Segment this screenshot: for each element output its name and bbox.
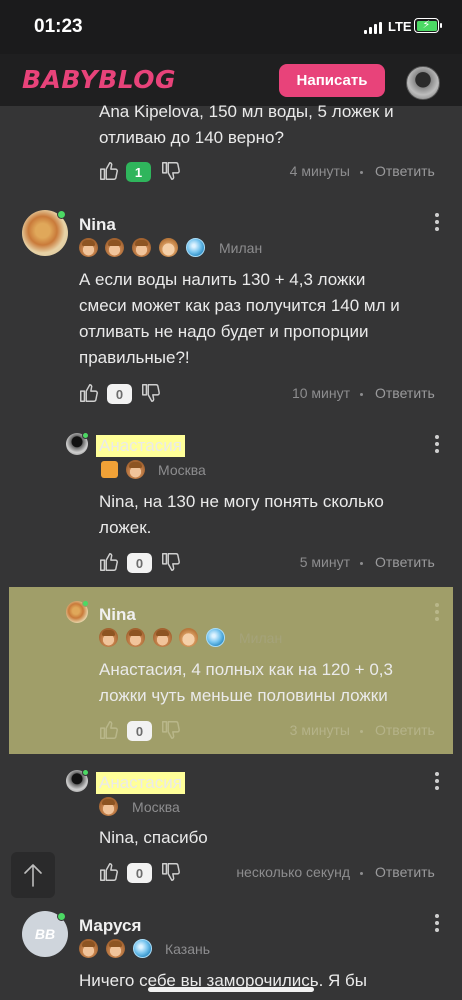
scroll-to-top-button[interactable] xyxy=(11,852,55,898)
comment-text-line: смеси может как раз получится 140 мл и xyxy=(79,296,400,315)
thumbs-up-icon[interactable] xyxy=(78,382,100,404)
vote-count: 0 xyxy=(127,863,152,883)
separator-dot xyxy=(360,562,363,565)
vote-count: 0 xyxy=(127,721,152,741)
separator-dot xyxy=(360,393,363,396)
thumbs-down-icon[interactable] xyxy=(160,551,182,573)
thumbs-up-icon[interactable] xyxy=(98,861,120,883)
square-badge-icon xyxy=(101,461,118,478)
user-avatar[interactable] xyxy=(406,66,440,100)
online-indicator xyxy=(57,912,66,921)
separator-dot xyxy=(360,171,363,174)
online-indicator xyxy=(82,432,89,439)
comment-time: несколько секунд xyxy=(236,864,350,880)
author-name[interactable]: Nina xyxy=(79,215,116,235)
comment-text-line: ложки чуть меньше половины ложки xyxy=(99,686,388,705)
comment-time: 5 минут xyxy=(299,554,350,570)
boy-badge-icon xyxy=(159,238,178,257)
kid-badge-icon xyxy=(99,628,118,647)
comment-text-line: Ana Kipelova, 150 мл воды, 5 ложек и xyxy=(99,102,394,121)
home-indicator[interactable] xyxy=(148,987,314,992)
battery-cap xyxy=(440,23,442,28)
separator-dot xyxy=(360,730,363,733)
kid-badge-icon xyxy=(106,939,125,958)
author-location: Москва xyxy=(132,799,180,815)
reply-link[interactable]: Ответить xyxy=(375,554,435,570)
vote-count: 0 xyxy=(107,384,132,404)
more-options-icon[interactable] xyxy=(434,914,440,932)
comment-text-line: Nina, на 130 не могу понять сколько xyxy=(99,492,384,511)
reply-link[interactable]: Ответить xyxy=(375,722,435,738)
comment-text-line: правильные?! xyxy=(79,348,190,367)
kid-badge-icon xyxy=(132,238,151,257)
reply-link[interactable]: Ответить xyxy=(375,864,435,880)
status-bar: 01:23 LTE ⚡ xyxy=(0,0,462,54)
status-time: 01:23 xyxy=(34,16,83,37)
thumbs-down-icon[interactable] xyxy=(160,861,182,883)
thumbs-up-icon[interactable] xyxy=(98,551,120,573)
author-name[interactable]: Маруся xyxy=(79,916,141,936)
author-name[interactable]: Анастасия xyxy=(96,435,185,457)
reply-link[interactable]: Ответить xyxy=(375,163,435,179)
reply-link[interactable]: Ответить xyxy=(375,385,435,401)
more-options-icon[interactable] xyxy=(434,772,440,790)
comment-text-line: Nina, спасибо xyxy=(99,828,208,847)
kid-badge-icon xyxy=(126,460,145,479)
kid-badge-icon xyxy=(153,628,172,647)
thumbs-down-icon[interactable] xyxy=(160,719,182,741)
author-location: Казань xyxy=(165,941,211,957)
comment-time: 10 минут xyxy=(291,385,350,401)
babyblog-logo[interactable]: BABYBLOG xyxy=(22,65,176,94)
more-options-icon[interactable] xyxy=(434,603,440,621)
kid-badge-icon xyxy=(105,238,124,257)
comment-text-line: ложек. xyxy=(99,518,152,537)
battery-icon: ⚡ xyxy=(414,18,439,33)
comment-time: 3 минуты xyxy=(289,722,350,738)
comment-text-line: Анастасия, 4 полных как на 120 + 0,3 xyxy=(99,660,393,679)
network-label: LTE xyxy=(388,19,412,34)
arrow-up-icon xyxy=(24,864,42,887)
avatar-initials: BB xyxy=(34,926,56,942)
kid-badge-icon xyxy=(79,939,98,958)
author-name[interactable]: Анастасия xyxy=(96,772,185,794)
globe-badge-icon xyxy=(186,238,205,257)
more-options-icon[interactable] xyxy=(434,435,440,453)
author-name[interactable]: Nina xyxy=(99,605,136,625)
thumbs-down-icon[interactable] xyxy=(140,382,162,404)
comment-text-line: отливать не надо будет и пропорции xyxy=(79,322,369,341)
write-button[interactable]: Написать xyxy=(279,64,385,97)
online-indicator xyxy=(82,769,89,776)
globe-badge-icon xyxy=(206,628,225,647)
vote-count: 1 xyxy=(126,162,151,182)
online-indicator xyxy=(57,210,66,219)
separator-dot xyxy=(360,872,363,875)
author-location: Милан xyxy=(239,630,283,646)
globe-badge-icon xyxy=(133,939,152,958)
boy-badge-icon xyxy=(179,628,198,647)
comment-text-line: отливаю до 140 верно? xyxy=(99,128,284,147)
online-indicator xyxy=(82,600,89,607)
kid-badge-icon xyxy=(126,628,145,647)
signal-icon xyxy=(364,22,384,34)
author-location: Милан xyxy=(219,240,263,256)
kid-badge-icon xyxy=(79,238,98,257)
comment-text-line: А если воды налить 130 + 4,3 ложки xyxy=(79,270,366,289)
kid-badge-icon xyxy=(99,797,118,816)
thumbs-up-icon[interactable] xyxy=(98,719,120,741)
comment-time: 4 минуты xyxy=(289,163,350,179)
thumbs-up-icon[interactable] xyxy=(98,160,120,182)
thumbs-down-icon[interactable] xyxy=(160,160,182,182)
author-location: Москва xyxy=(158,462,206,478)
more-options-icon[interactable] xyxy=(434,213,440,231)
vote-count: 0 xyxy=(127,553,152,573)
